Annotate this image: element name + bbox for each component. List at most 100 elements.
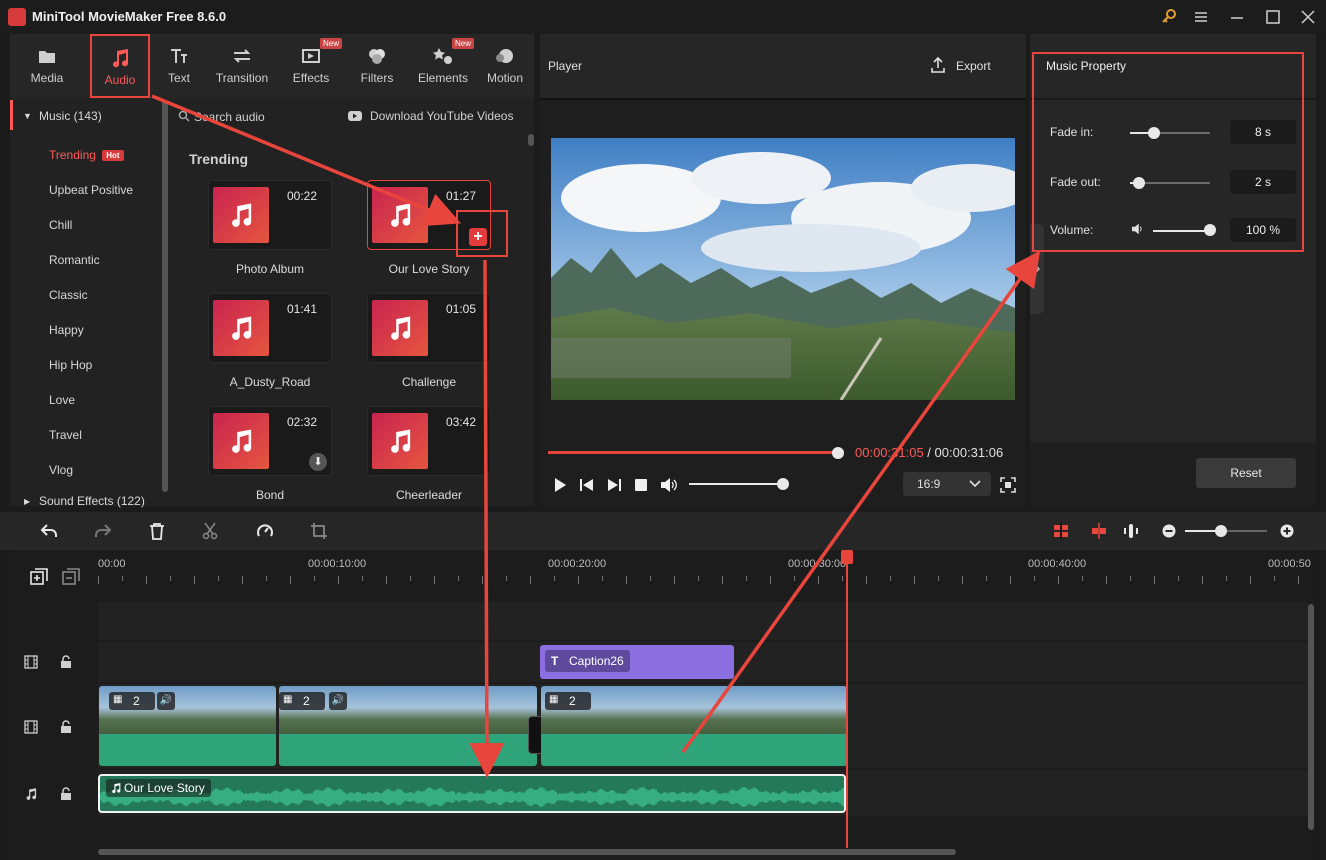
volume-knob[interactable] (1204, 224, 1216, 236)
volume-icon[interactable] (660, 477, 678, 493)
remove-track-icon[interactable] (62, 568, 80, 586)
volume-value[interactable]: 100 % (1230, 218, 1296, 242)
category-music[interactable]: ▼ Music (143) (10, 99, 160, 134)
category-item[interactable]: Romantic (10, 243, 160, 278)
caption-clip-label: Caption26 (569, 654, 624, 668)
tab-audio[interactable]: Audio (90, 34, 150, 98)
music-card-challenge[interactable]: 01:05 (367, 293, 491, 363)
vertical-scrollbar[interactable] (1308, 604, 1314, 830)
ruler-tick (722, 576, 723, 584)
music-duration: 01:27 (445, 189, 476, 203)
tab-media[interactable]: Media (14, 34, 80, 98)
clip-count: 2 (569, 694, 576, 708)
zoom-knob[interactable] (1215, 525, 1227, 537)
ruler-tick (770, 576, 771, 584)
lock-icon[interactable] (60, 787, 72, 801)
play-icon[interactable] (552, 477, 568, 493)
player-volume-knob[interactable] (777, 478, 789, 490)
music-note-icon (391, 203, 411, 227)
split-icon[interactable] (202, 522, 218, 540)
elements-icon (432, 45, 454, 67)
music-thumbnail (372, 187, 428, 243)
music-card-bond[interactable]: 02:32 ⬇ (208, 406, 332, 476)
playhead-handle[interactable] (841, 550, 853, 564)
category-item[interactable]: Love (10, 383, 160, 418)
key-icon[interactable] (1158, 6, 1180, 28)
undo-icon[interactable] (40, 523, 58, 539)
lock-icon[interactable] (60, 720, 72, 734)
clip-count: 2 (133, 694, 140, 708)
search-audio[interactable]: Search audio (178, 108, 338, 126)
download-icon[interactable]: ⬇ (309, 453, 327, 471)
tab-filters[interactable]: Filters (344, 34, 410, 98)
category-item[interactable]: Upbeat Positive (10, 173, 160, 208)
music-card-a-dusty-road[interactable]: 01:41 (208, 293, 332, 363)
video-clip[interactable]: ▦ 2 🔊 (99, 686, 276, 766)
caption-clip[interactable]: T Caption26 (540, 645, 734, 679)
next-frame-icon[interactable] (606, 477, 622, 493)
ruler-tick (458, 576, 459, 581)
category-trending[interactable]: Trending Hot (10, 138, 160, 173)
category-item[interactable]: Happy (10, 313, 160, 348)
ruler-tick (170, 576, 171, 581)
menu-icon[interactable] (1190, 6, 1212, 28)
speed-icon[interactable] (256, 522, 274, 540)
fade-out-value[interactable]: 2 s (1230, 170, 1296, 194)
asset-scrollbar[interactable] (528, 134, 534, 146)
ruler-label: 00:00:10:00 (308, 558, 367, 570)
new-badge: New (451, 38, 474, 49)
app-logo-icon (8, 8, 26, 26)
video-clip[interactable]: ▦ 2 (541, 686, 847, 766)
category-item[interactable]: Classic (10, 278, 160, 313)
audio-clip[interactable]: Our Love Story (98, 774, 846, 813)
ruler-tick (242, 576, 243, 584)
previous-frame-icon[interactable] (579, 477, 595, 493)
category-item[interactable]: Hip Hop (10, 348, 160, 383)
add-track-icon[interactable] (30, 568, 48, 586)
tab-effects[interactable]: New Effects (278, 34, 344, 98)
crop-icon[interactable] (310, 522, 328, 540)
player-header: Player Export (540, 34, 1026, 98)
zoom-out-icon[interactable] (1162, 524, 1176, 538)
horizontal-scrollbar[interactable] (98, 849, 956, 855)
tab-text[interactable]: Text (146, 34, 212, 98)
music-card-photo-album[interactable]: 00:22 (208, 180, 332, 250)
tab-elements[interactable]: New Elements (410, 34, 476, 98)
fade-out-knob[interactable] (1133, 177, 1145, 189)
download-youtube-link[interactable]: Download YouTube Videos (348, 108, 528, 126)
video-clip[interactable]: ▦ 2 🔊 (279, 686, 537, 766)
time-ruler[interactable]: 00:00 00:00:10:00 00:00:20:00 00:00:30:0… (98, 550, 1311, 602)
tab-transition[interactable]: Transition (209, 34, 275, 98)
audio-wave-icon[interactable] (1122, 522, 1140, 540)
delete-icon[interactable] (149, 522, 165, 540)
music-card-cheerleader[interactable]: 03:42 (367, 406, 491, 476)
search-icon (178, 110, 190, 122)
fade-in-value[interactable]: 8 s (1230, 120, 1296, 144)
export-button[interactable]: Export (930, 56, 996, 76)
video-preview[interactable] (551, 138, 1015, 400)
stop-icon[interactable] (634, 478, 648, 492)
split-track-icon[interactable] (1090, 522, 1108, 540)
aspect-ratio-select[interactable]: 16:9 (903, 472, 991, 496)
ruler-tick (866, 576, 867, 584)
maximize-icon[interactable] (1262, 6, 1284, 28)
close-icon[interactable] (1297, 6, 1319, 28)
category-item[interactable]: Travel (10, 418, 160, 453)
lock-icon[interactable] (60, 655, 72, 669)
fullscreen-icon[interactable] (1000, 477, 1016, 493)
minimize-icon[interactable] (1226, 6, 1248, 28)
fade-in-knob[interactable] (1148, 127, 1160, 139)
ruler-tick (290, 576, 291, 584)
zoom-in-icon[interactable] (1280, 524, 1294, 538)
tab-motion[interactable]: Motion (476, 34, 534, 98)
category-item[interactable]: Chill (10, 208, 160, 243)
progress-knob[interactable] (832, 447, 844, 459)
snap-icon[interactable] (1052, 522, 1070, 540)
caption-clip-tag: T Caption26 (545, 650, 630, 672)
playhead[interactable] (846, 552, 848, 848)
category-item[interactable]: Vlog (10, 453, 160, 488)
reset-button[interactable]: Reset (1196, 458, 1296, 488)
add-button[interactable]: + (469, 228, 487, 246)
redo-icon[interactable] (94, 523, 112, 539)
music-name: Challenge (401, 375, 457, 389)
